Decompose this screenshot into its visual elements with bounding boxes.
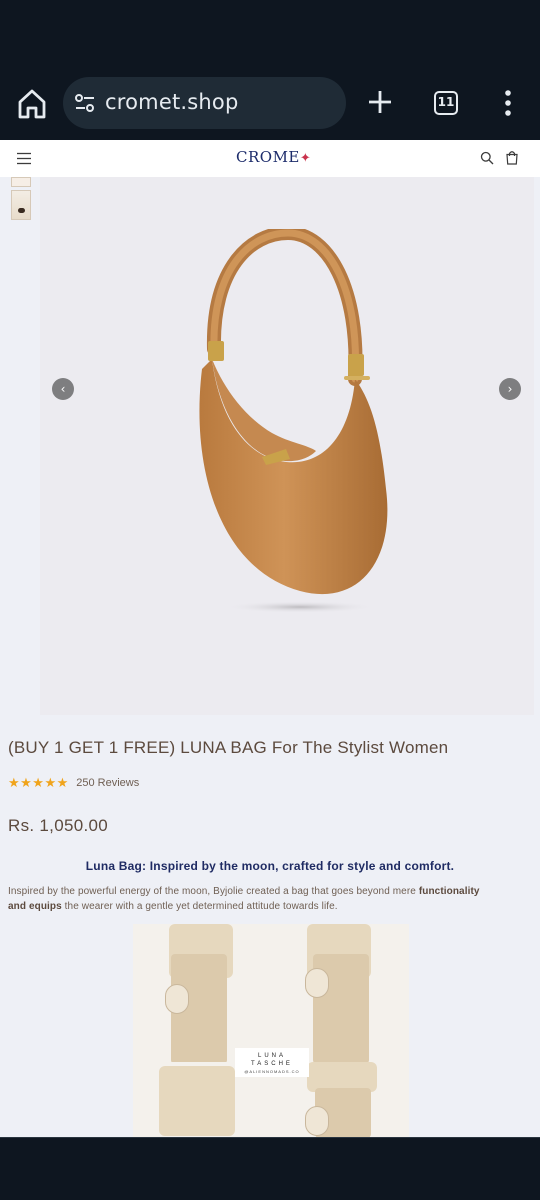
logo-text: CROME — [236, 148, 300, 166]
product-description: Inspired by the powerful energy of the m… — [8, 884, 488, 914]
site-header: CROME✦ — [0, 140, 540, 177]
url-text[interactable]: cromet.shop — [105, 90, 238, 114]
tab-switcher-icon[interactable]: 11 — [434, 91, 458, 115]
desc-text-1: Inspired by the powerful energy of the m… — [8, 886, 419, 897]
browser-toolbar: cromet.shop 11 — [0, 66, 540, 140]
site-logo[interactable]: CROME✦ — [236, 148, 311, 166]
system-navigation-bar — [0, 1137, 540, 1200]
product-gallery: ‹ › — [40, 177, 534, 715]
new-tab-icon[interactable] — [366, 88, 394, 116]
thumbnail-strip — [11, 177, 33, 223]
address-bar[interactable]: cromet.shop — [63, 77, 346, 129]
thumbnail-1[interactable] — [11, 177, 31, 187]
collage-photo-2 — [271, 924, 409, 1062]
collage-label-line1: LUNA — [257, 1053, 286, 1059]
collage-label-line3: @ALIENNOMADS.CO — [244, 1069, 300, 1074]
chevron-right-icon: › — [507, 382, 513, 396]
status-bar — [0, 0, 540, 66]
cart-icon[interactable] — [505, 150, 519, 165]
hamburger-icon[interactable] — [17, 152, 31, 165]
product-page: ‹ › (BUY 1 GET 1 FREE) LUNA BAG For The … — [0, 177, 540, 1137]
chevron-left-icon: ‹ — [60, 382, 66, 396]
product-image — [199, 229, 388, 613]
logo-mark: ✦ — [299, 151, 312, 166]
product-tagline: Luna Bag: Inspired by the moon, crafted … — [85, 859, 455, 873]
gallery-next-button[interactable]: › — [499, 378, 521, 400]
site-settings-icon[interactable] — [73, 91, 97, 115]
product-rating[interactable]: ★★★★★ 250 Reviews — [8, 774, 139, 791]
thumbnail-2[interactable] — [11, 190, 31, 220]
tab-count: 11 — [437, 95, 455, 109]
gallery-prev-button[interactable]: ‹ — [52, 378, 74, 400]
desc-text-2: the wearer with a gentle yet determined … — [61, 901, 338, 912]
product-title: (BUY 1 GET 1 FREE) LUNA BAG For The Styl… — [8, 738, 449, 757]
product-price: Rs. 1,050.00 — [8, 816, 108, 835]
lifestyle-collage: LUNA TASCHE @ALIENNOMADS.CO — [133, 924, 409, 1137]
review-count[interactable]: 250 Reviews — [76, 777, 139, 789]
search-icon[interactable] — [480, 151, 494, 165]
home-icon[interactable] — [14, 86, 50, 122]
star-rating-icon: ★★★★★ — [8, 776, 69, 791]
collage-label: LUNA TASCHE @ALIENNOMADS.CO — [235, 1048, 309, 1077]
collage-label-line2: TASCHE — [251, 1061, 293, 1067]
overflow-menu-icon[interactable] — [500, 89, 516, 117]
collage-photo-1 — [133, 924, 271, 1062]
